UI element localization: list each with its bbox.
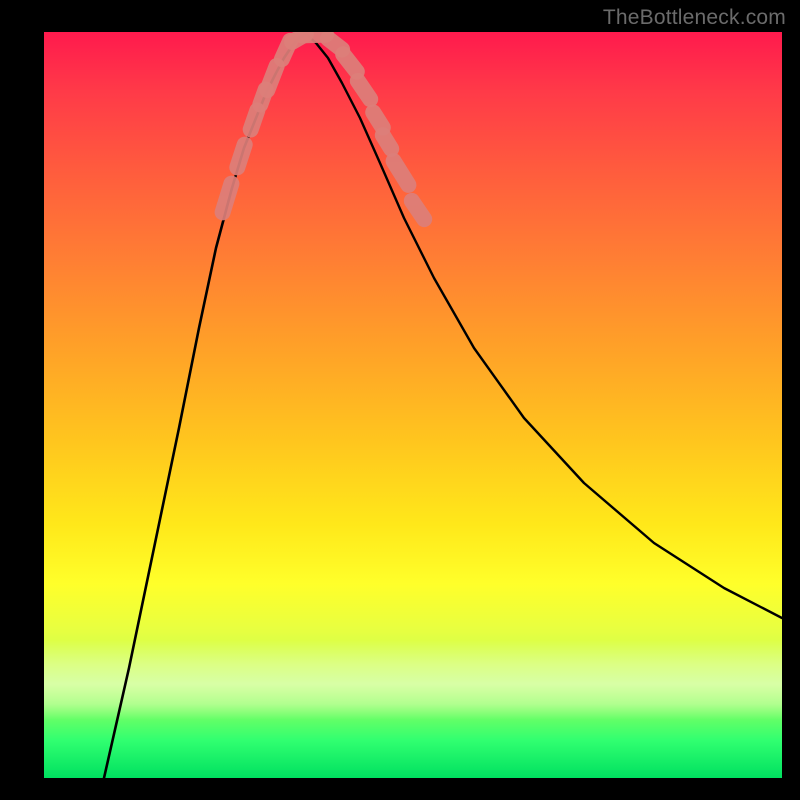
plot-area bbox=[44, 32, 782, 778]
watermark-text: TheBottleneck.com bbox=[603, 6, 786, 30]
chart-frame: TheBottleneck.com bbox=[0, 0, 800, 800]
